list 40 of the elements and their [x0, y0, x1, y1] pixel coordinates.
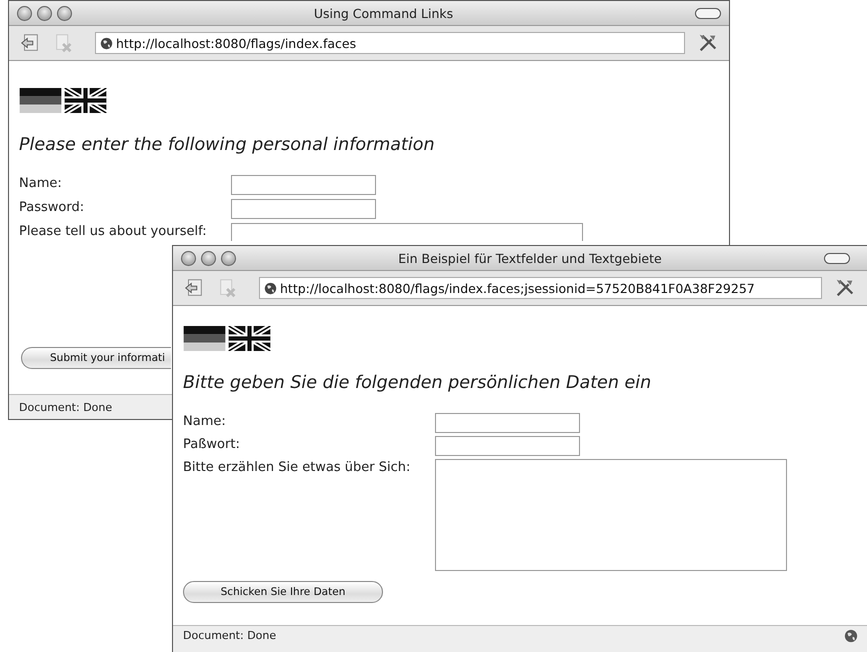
german-flag-icon[interactable] [183, 326, 226, 351]
input-field[interactable] [435, 436, 580, 456]
status-text: Document: Done [19, 400, 112, 414]
status-text: Document: Done [183, 629, 276, 642]
globe-icon [264, 282, 277, 294]
back-page-icon[interactable] [183, 277, 205, 299]
submit-button[interactable]: Submit your informati [21, 347, 171, 369]
form-heading: Please enter the following personal information [19, 135, 436, 155]
input-field[interactable] [435, 413, 580, 433]
input-field[interactable] [231, 199, 376, 219]
field-label: Please tell us about yourself: [19, 223, 208, 241]
address-field[interactable]: http://localhost:8080/flags/index.faces [95, 32, 685, 54]
british-flag-icon[interactable] [228, 326, 271, 351]
german-flag-icon[interactable] [19, 88, 62, 113]
window-control-button[interactable] [57, 6, 72, 20]
field-label: Name: [183, 413, 227, 431]
british-flag-icon[interactable] [64, 88, 107, 113]
window-control-button[interactable] [37, 6, 52, 20]
window-title: Using Command Links [312, 6, 454, 20]
window-title: Ein Beispiel für Textfelder und Textgebiete [397, 250, 663, 266]
window-control-button[interactable] [221, 250, 236, 266]
field-label: Name: [19, 175, 63, 193]
globe-icon [100, 36, 113, 50]
text-area[interactable] [231, 223, 583, 241]
field-label: Bitte erzählen Sie etwas über Sich: [183, 459, 412, 477]
window-control-button[interactable] [201, 250, 216, 266]
tools-icon[interactable] [834, 277, 856, 299]
input-field[interactable] [231, 175, 376, 195]
form-heading: Bitte geben Sie die folgenden persönlichen Daten ein [183, 373, 652, 393]
back-page-icon[interactable] [19, 32, 41, 54]
field-label: Password: [19, 199, 86, 217]
field-label: Paßwort: [183, 436, 241, 454]
text-area[interactable] [435, 459, 787, 571]
tools-icon[interactable] [697, 32, 719, 54]
address-field[interactable]: http://localhost:8080/flags/index.faces;jsessionid=57520B841F0A38F29257 [259, 277, 822, 299]
toolbar-toggle-button[interactable] [824, 252, 850, 264]
window-control-button[interactable] [17, 6, 32, 20]
submit-button[interactable]: Schicken Sie Ihre Daten [183, 581, 383, 603]
toolbar-toggle-button[interactable] [695, 8, 721, 18]
window-control-button[interactable] [181, 250, 196, 266]
